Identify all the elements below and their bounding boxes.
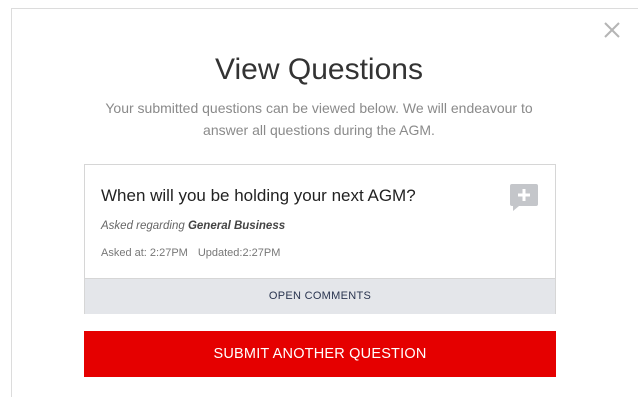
- question-timestamps: Asked at: 2:27PM Updated:2:27PM: [101, 245, 280, 261]
- asked-at: Asked at: 2:27PM: [101, 247, 188, 259]
- updated-at: Updated:2:27PM: [197, 247, 281, 259]
- modal-title: View Questions: [215, 53, 423, 86]
- question-card: When will you be holding your next AGM? …: [84, 164, 556, 314]
- close-icon[interactable]: [602, 20, 622, 40]
- asked-regarding-topic: General Business: [187, 220, 286, 232]
- asked-regarding-prefix: Asked regarding: [101, 220, 185, 232]
- submit-another-question-button[interactable]: SUBMIT ANOTHER QUESTION: [84, 331, 556, 377]
- open-comments-button[interactable]: OPEN COMMENTS: [85, 278, 555, 314]
- add-comment-icon[interactable]: [509, 182, 539, 212]
- asked-regarding: Asked regarding General Business: [101, 218, 285, 234]
- question-text: When will you be holding your next AGM?: [101, 186, 416, 205]
- modal-subtitle: Your submitted questions can be viewed b…: [105, 100, 533, 138]
